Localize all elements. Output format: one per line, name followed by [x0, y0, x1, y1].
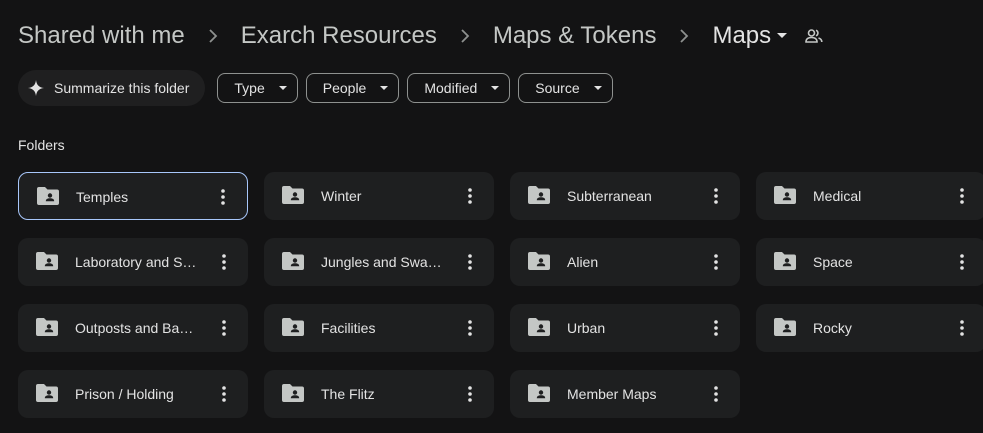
sparkle-icon	[28, 80, 44, 96]
more-actions-icon[interactable]	[704, 250, 728, 274]
folder-card[interactable]: Urban	[510, 304, 740, 352]
more-actions-icon[interactable]	[458, 316, 482, 340]
shared-folder-icon	[282, 186, 304, 204]
folder-name: Urban	[567, 320, 606, 336]
more-actions-icon[interactable]	[704, 382, 728, 406]
filter-chip-type[interactable]: Type	[217, 73, 298, 103]
more-actions-icon[interactable]	[704, 184, 728, 208]
filter-chip-label: Source	[535, 80, 580, 96]
chevron-right-icon	[437, 18, 493, 54]
shared-folder-icon	[36, 384, 58, 402]
more-actions-icon[interactable]	[950, 316, 974, 340]
folder-name: Rocky	[813, 320, 852, 336]
chevron-right-icon	[656, 18, 712, 54]
filter-chip-label: Modified	[424, 80, 478, 96]
folder-card[interactable]: The Flitz	[264, 370, 494, 418]
folder-card[interactable]: Prison / Holding	[18, 370, 248, 418]
folder-name: Subterranean	[567, 188, 652, 204]
folder-card[interactable]: Medical	[756, 172, 983, 220]
shared-folder-icon	[37, 187, 59, 205]
shared-folder-icon	[774, 318, 796, 336]
caret-down-icon	[278, 85, 287, 91]
breadcrumb-item-exarch-resources[interactable]: Exarch Resources	[241, 22, 437, 50]
shared-folder-icon	[528, 384, 550, 402]
caret-down-icon	[380, 85, 389, 91]
folder-name: The Flitz	[321, 386, 375, 402]
shared-folder-icon	[528, 252, 550, 270]
filter-chip-label: Type	[234, 80, 265, 96]
folder-grid: Temples Winter Subterranean Medical Laborato…	[18, 172, 983, 418]
more-actions-icon[interactable]	[458, 184, 482, 208]
caret-down-icon	[593, 85, 602, 91]
shared-folder-icon	[528, 318, 550, 336]
folder-card[interactable]: Rocky	[756, 304, 983, 352]
folder-name: Outposts and Ba…	[75, 320, 194, 336]
breadcrumb-item-maps-and-tokens[interactable]: Maps & Tokens	[493, 22, 657, 50]
breadcrumb: Shared with me Exarch Resources Maps & T…	[18, 18, 823, 54]
shared-folder-icon	[528, 186, 550, 204]
shared-folder-icon	[282, 318, 304, 336]
folder-card[interactable]: Jungles and Swa…	[264, 238, 494, 286]
shared-folder-icon	[282, 252, 304, 270]
filter-chip-source[interactable]: Source	[518, 73, 613, 103]
more-actions-icon[interactable]	[458, 382, 482, 406]
more-actions-icon[interactable]	[211, 185, 235, 209]
caret-down-icon	[777, 33, 788, 39]
caret-down-icon	[491, 85, 500, 91]
more-actions-icon[interactable]	[950, 250, 974, 274]
more-actions-icon[interactable]	[704, 316, 728, 340]
people-icon[interactable]	[805, 28, 823, 44]
section-heading-folders: Folders	[18, 137, 65, 153]
folder-card[interactable]: Facilities	[264, 304, 494, 352]
filter-bar: Summarize this folder Type People Modifi…	[18, 70, 621, 106]
shared-folder-icon	[36, 318, 58, 336]
more-actions-icon[interactable]	[212, 382, 236, 406]
folder-card[interactable]: Winter	[264, 172, 494, 220]
folder-name: Laboratory and S…	[75, 254, 197, 270]
folder-name: Facilities	[321, 320, 376, 336]
shared-folder-icon	[774, 186, 796, 204]
current-folder-menu-button[interactable]: Maps	[712, 22, 805, 50]
chevron-right-icon	[185, 18, 241, 54]
folder-card[interactable]: Subterranean	[510, 172, 740, 220]
shared-folder-icon	[774, 252, 796, 270]
folder-card[interactable]: Member Maps	[510, 370, 740, 418]
filter-chip-people[interactable]: People	[305, 73, 400, 103]
filter-chip-label: People	[322, 80, 367, 96]
shared-folder-icon	[36, 252, 58, 270]
more-actions-icon[interactable]	[950, 184, 974, 208]
folder-name: Jungles and Swa…	[321, 254, 442, 270]
more-actions-icon[interactable]	[212, 250, 236, 274]
more-actions-icon[interactable]	[458, 250, 482, 274]
shared-folder-icon	[282, 384, 304, 402]
folder-card[interactable]: Laboratory and S…	[18, 238, 248, 286]
folder-name: Medical	[813, 188, 862, 204]
folder-name: Alien	[567, 254, 599, 270]
folder-name: Member Maps	[567, 386, 657, 402]
folder-card[interactable]: Temples	[18, 172, 248, 220]
drive-folder-view: Shared with me Exarch Resources Maps & T…	[0, 0, 983, 433]
summarize-folder-label: Summarize this folder	[54, 80, 190, 96]
filter-chip-modified[interactable]: Modified	[407, 73, 511, 103]
folder-name: Prison / Holding	[75, 386, 174, 402]
folder-name: Winter	[321, 188, 362, 204]
folder-card[interactable]: Space	[756, 238, 983, 286]
more-actions-icon[interactable]	[212, 316, 236, 340]
summarize-folder-button[interactable]: Summarize this folder	[18, 70, 206, 106]
folder-card[interactable]: Alien	[510, 238, 740, 286]
folder-name: Space	[813, 254, 853, 270]
breadcrumb-item-shared-with-me[interactable]: Shared with me	[18, 22, 185, 50]
current-folder-title: Maps	[712, 22, 772, 49]
folder-card[interactable]: Outposts and Ba…	[18, 304, 248, 352]
folder-name: Temples	[76, 189, 129, 205]
